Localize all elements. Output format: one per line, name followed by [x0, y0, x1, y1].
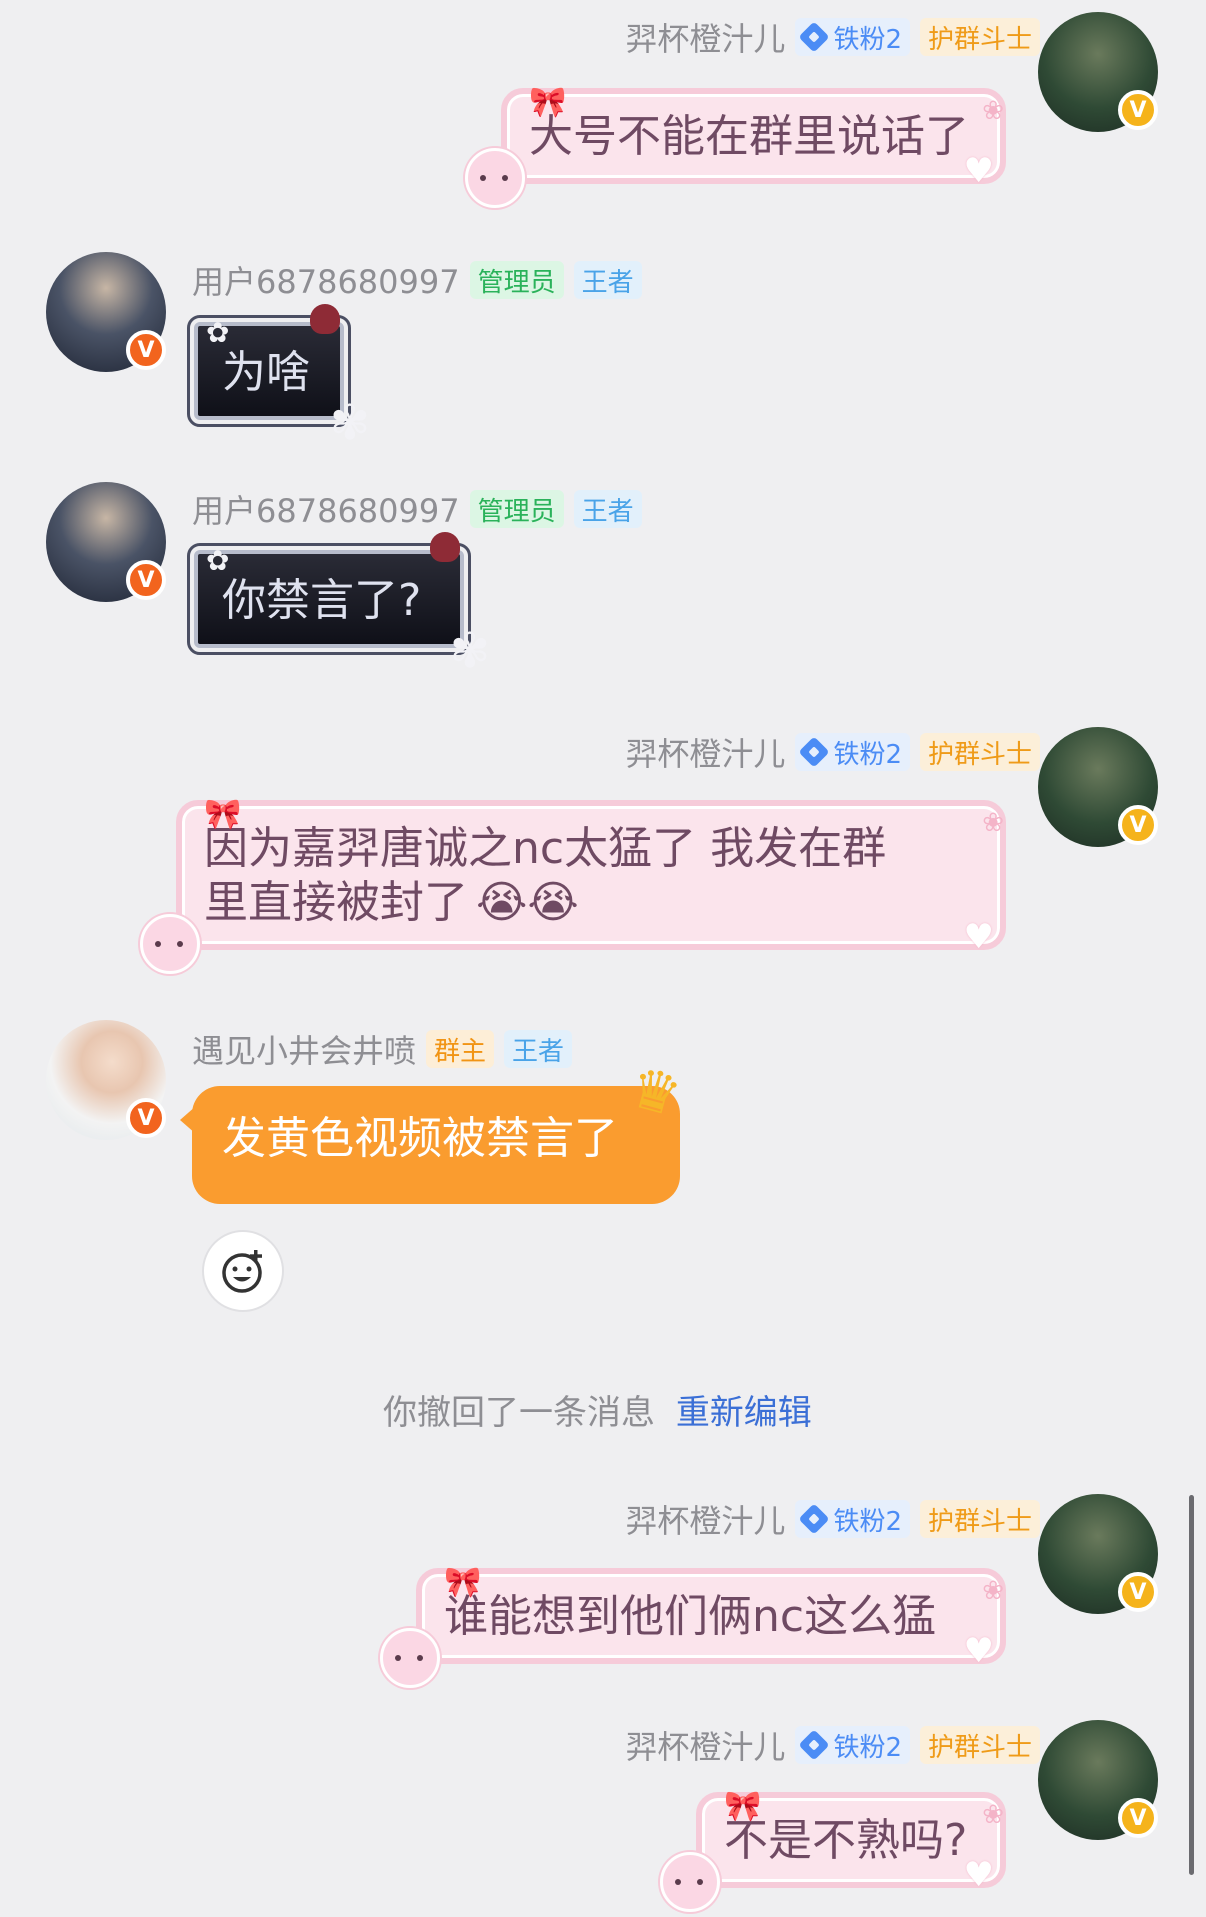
message-text: 你禁言了?: [222, 575, 422, 626]
re-edit-link[interactable]: 重新编辑: [676, 1393, 812, 1433]
ribbon-icon: ❀: [982, 96, 1004, 126]
message-bubble[interactable]: 发黄色视频被禁言了: [180, 1086, 680, 1204]
message-header: 用户6878680997 管理员 王者: [192, 487, 642, 531]
message-text: 谁能想到他们俩nc这么猛: [444, 1591, 937, 1642]
sender-name[interactable]: 羿杯橙汁儿: [625, 1496, 785, 1542]
ribbon-icon: ❀: [982, 808, 1004, 838]
verified-badge: V: [1118, 90, 1158, 130]
rank-badge[interactable]: 王者: [573, 490, 642, 528]
verified-badge: V: [126, 330, 166, 370]
message-header: 用户6878680997 管理员 王者: [192, 258, 642, 302]
bow-icon: 🎀: [724, 1789, 762, 1824]
message-bubble[interactable]: 🎀 ❀ 因为嘉羿唐诚之nc太猛了 我发在群 里直接被封了 😭😭 ♥: [140, 797, 1006, 974]
verified-badge: V: [1118, 1572, 1158, 1612]
message-text: 发黄色视频被禁言了: [222, 1113, 618, 1164]
role-badge[interactable]: 护群斗士: [919, 733, 1040, 771]
verified-badge: V: [1118, 805, 1158, 845]
ribbon-icon: ❀: [982, 1800, 1004, 1830]
heart-icon: ♥: [963, 1631, 994, 1671]
message-bubble[interactable]: ✿ 你禁言了? ✾: [187, 532, 490, 678]
message-header: 羿杯橙汁儿 铁粉2 护群斗士: [625, 15, 1040, 59]
fan-badge[interactable]: 铁粉2: [795, 18, 910, 56]
rank-badge[interactable]: 王者: [573, 261, 642, 299]
scrollbar[interactable]: [1189, 1495, 1194, 1875]
lily-icon: ✾: [449, 623, 490, 679]
fan-badge[interactable]: 铁粉2: [795, 733, 910, 771]
fan-badge[interactable]: 铁粉2: [795, 1726, 910, 1764]
verified-badge: V: [126, 1098, 166, 1138]
ribbon-icon: ❀: [982, 1576, 1004, 1606]
verified-badge: V: [126, 560, 166, 600]
crying-face-icon: 😭😭: [476, 877, 579, 928]
role-badge[interactable]: 群主: [426, 1030, 495, 1068]
bow-icon: 🎀: [529, 85, 567, 120]
role-badge[interactable]: 管理员: [469, 490, 564, 528]
avatar[interactable]: V: [46, 252, 166, 372]
recall-text: 你撤回了一条消息: [383, 1393, 655, 1433]
lily-icon: ✾: [329, 395, 370, 451]
message-bubble[interactable]: 🎀 ❀ 不是不熟吗? ♥: [660, 1789, 1006, 1912]
message-header: 羿杯橙汁儿 铁粉2 护群斗士: [625, 1723, 1040, 1767]
diamond-icon: [798, 1503, 830, 1535]
avatar[interactable]: V: [1038, 1494, 1158, 1614]
avatar[interactable]: V: [1038, 727, 1158, 847]
message-header: 遇见小井会井喷 群主 王者: [192, 1026, 573, 1072]
message-header: 羿杯橙汁儿 铁粉2 护群斗士: [625, 730, 1040, 774]
sender-name[interactable]: 羿杯橙汁儿: [625, 1722, 785, 1768]
message-bubble[interactable]: 🎀 ❀ 大号不能在群里说话了 ♥: [465, 85, 1006, 208]
flower-icon: ✿: [206, 544, 230, 577]
fan-badge[interactable]: 铁粉2: [795, 1500, 910, 1538]
diamond-icon: [798, 736, 830, 768]
message-text: 为啥: [222, 347, 310, 398]
sender-name[interactable]: 遇见小井会井喷: [192, 1026, 416, 1072]
bow-icon: 🎀: [204, 797, 242, 832]
message-bubble[interactable]: ✿ 为啥 ✾: [187, 304, 370, 450]
flower-icon: ✿: [206, 316, 230, 349]
avatar[interactable]: V: [1038, 1720, 1158, 1840]
melody-sticker-icon: [380, 1628, 440, 1688]
rank-badge[interactable]: 王者: [504, 1030, 573, 1068]
role-badge[interactable]: 护群斗士: [919, 1726, 1040, 1764]
message-text-line: 里直接被封了 😭😭: [204, 877, 579, 928]
sender-name[interactable]: 用户6878680997: [192, 257, 460, 303]
melody-sticker-icon: [660, 1852, 720, 1912]
role-badge[interactable]: 护群斗士: [919, 18, 1040, 56]
message-text: 大号不能在群里说话了: [529, 111, 969, 162]
melody-sticker-icon: [465, 148, 525, 208]
melody-sticker-icon: [140, 914, 200, 974]
message-bubble[interactable]: 🎀 ❀ 谁能想到他们俩nc这么猛 ♥: [380, 1565, 1006, 1688]
avatar[interactable]: V: [46, 1020, 166, 1140]
heart-icon: ♥: [963, 151, 994, 191]
sender-name[interactable]: 羿杯橙汁儿: [625, 729, 785, 775]
diamond-icon: [798, 1729, 830, 1761]
diamond-icon: [798, 21, 830, 53]
role-badge[interactable]: 护群斗士: [919, 1500, 1040, 1538]
bubble-tail: [180, 1106, 196, 1134]
rose-icon: [430, 532, 460, 562]
sender-name[interactable]: 羿杯橙汁儿: [625, 14, 785, 60]
avatar[interactable]: V: [46, 482, 166, 602]
heart-icon: ♥: [963, 1855, 994, 1895]
message-header: 羿杯橙汁儿 铁粉2 护群斗士: [625, 1497, 1040, 1541]
heart-icon: ♥: [963, 917, 994, 957]
role-badge[interactable]: 管理员: [469, 261, 564, 299]
sender-name[interactable]: 用户6878680997: [192, 486, 460, 532]
message-text-line: 因为嘉羿唐诚之nc太猛了 我发在群: [204, 823, 887, 874]
avatar[interactable]: V: [1038, 12, 1158, 132]
emoji-add-button[interactable]: [202, 1230, 284, 1312]
bow-icon: 🎀: [444, 1565, 482, 1600]
rose-icon: [310, 304, 340, 334]
verified-badge: V: [1118, 1798, 1158, 1838]
emoji-add-icon: [222, 1250, 262, 1293]
recall-notice: 你撤回了一条消息 重新编辑: [383, 1385, 812, 1434]
